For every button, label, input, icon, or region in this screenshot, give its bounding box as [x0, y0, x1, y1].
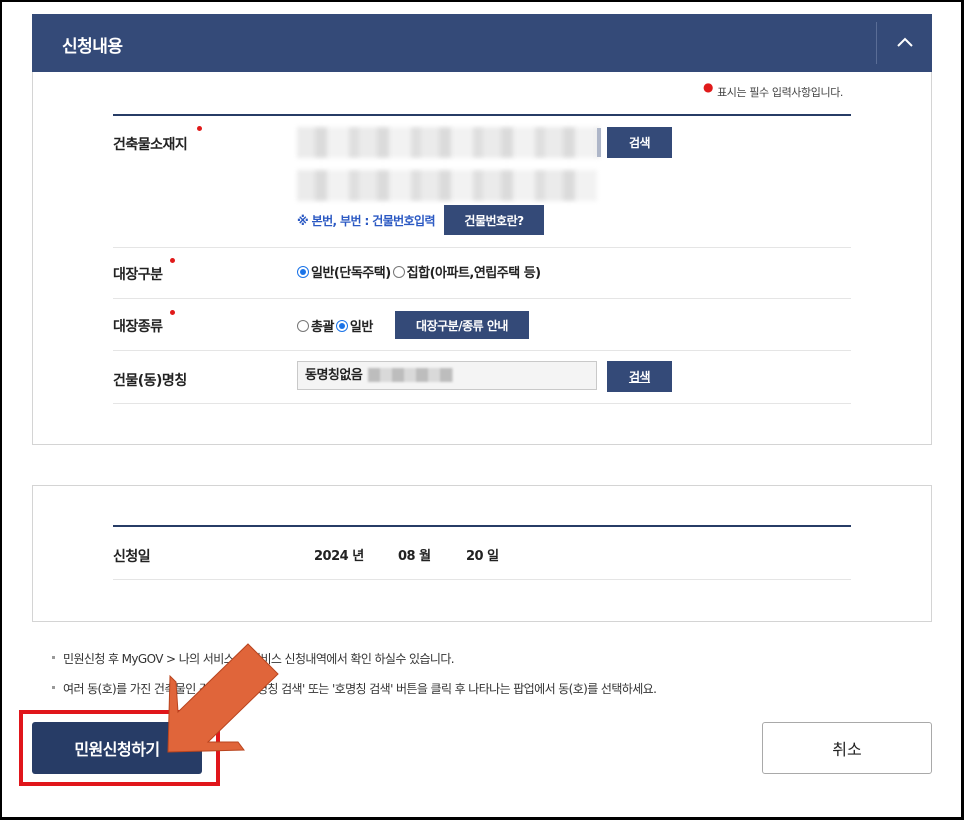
date-year: 2024 년	[314, 549, 364, 564]
ledger-division-option-collective[interactable]: 집합(아파트,연립주택 등)	[392, 262, 541, 281]
radio-unselected-icon	[297, 319, 309, 332]
ledger-type-options: 총괄 일반	[297, 316, 373, 335]
row-divider	[113, 403, 851, 404]
ledger-division-label: 대장구분	[113, 267, 163, 283]
bullet-icon	[52, 656, 55, 659]
ledger-division-option-general[interactable]: 일반(단독주택)	[297, 262, 391, 281]
building-name-label: 건물(동)명칭	[113, 373, 187, 389]
required-mark	[170, 310, 175, 315]
address-input[interactable]	[297, 127, 599, 158]
cancel-button[interactable]: 취소	[762, 722, 932, 774]
section-title: 신청내용	[62, 37, 123, 57]
input-edge	[597, 128, 601, 157]
building-name-search-button[interactable]: 검색	[607, 361, 672, 392]
ledger-type-option-general[interactable]: 일반	[335, 316, 373, 335]
ledger-type-label: 대장종류	[113, 319, 163, 335]
address-detail-input[interactable]	[297, 170, 597, 201]
collapse-button[interactable]	[877, 14, 932, 72]
required-dot-icon: ●	[703, 80, 714, 94]
radio-selected-icon	[297, 265, 309, 278]
row-divider	[113, 247, 851, 248]
ledger-guide-button[interactable]: 대장구분/종류 안내	[395, 311, 529, 339]
chevron-up-icon	[897, 37, 913, 47]
bullet-icon	[52, 686, 55, 689]
row-divider	[113, 579, 851, 580]
row-divider	[113, 350, 851, 351]
date-month: 08 월	[398, 549, 431, 564]
highlight-box	[19, 710, 220, 786]
note-item: 여러 동(호)를 가진 건축물인 경우에는 '동명칭 검색' 또는 '호명칭 검…	[52, 680, 657, 697]
ledger-type-option-summary[interactable]: 총괄	[297, 316, 334, 335]
row-divider	[113, 298, 851, 299]
radio-unselected-icon	[392, 265, 405, 278]
required-mark	[197, 126, 202, 131]
address-label: 건축물소재지	[113, 137, 188, 153]
note-item: 민원신청 후 MyGOV > 나의 서비스 > 서비스 신청내역에서 확인 하실…	[52, 650, 455, 667]
radio-selected-icon	[335, 319, 348, 332]
address-hint: ※ 본번, 부번 : 건물번호입력	[297, 214, 436, 228]
date-top-rule	[113, 525, 851, 527]
building-number-help-button[interactable]: 건물번호란?	[444, 205, 544, 235]
ledger-division-options: 일반(단독주택) 집합(아파트,연립주택 등)	[297, 262, 541, 281]
redacted-text	[368, 368, 453, 382]
section-header: 신청내용	[32, 14, 932, 72]
required-mark	[170, 258, 175, 263]
required-note: ● 표시는 필수 입력사항입니다.	[703, 80, 844, 99]
date-day: 20 일	[466, 549, 499, 564]
application-date-label: 신청일	[113, 549, 151, 565]
address-search-button[interactable]: 검색	[607, 127, 672, 158]
form-top-rule	[113, 114, 851, 116]
